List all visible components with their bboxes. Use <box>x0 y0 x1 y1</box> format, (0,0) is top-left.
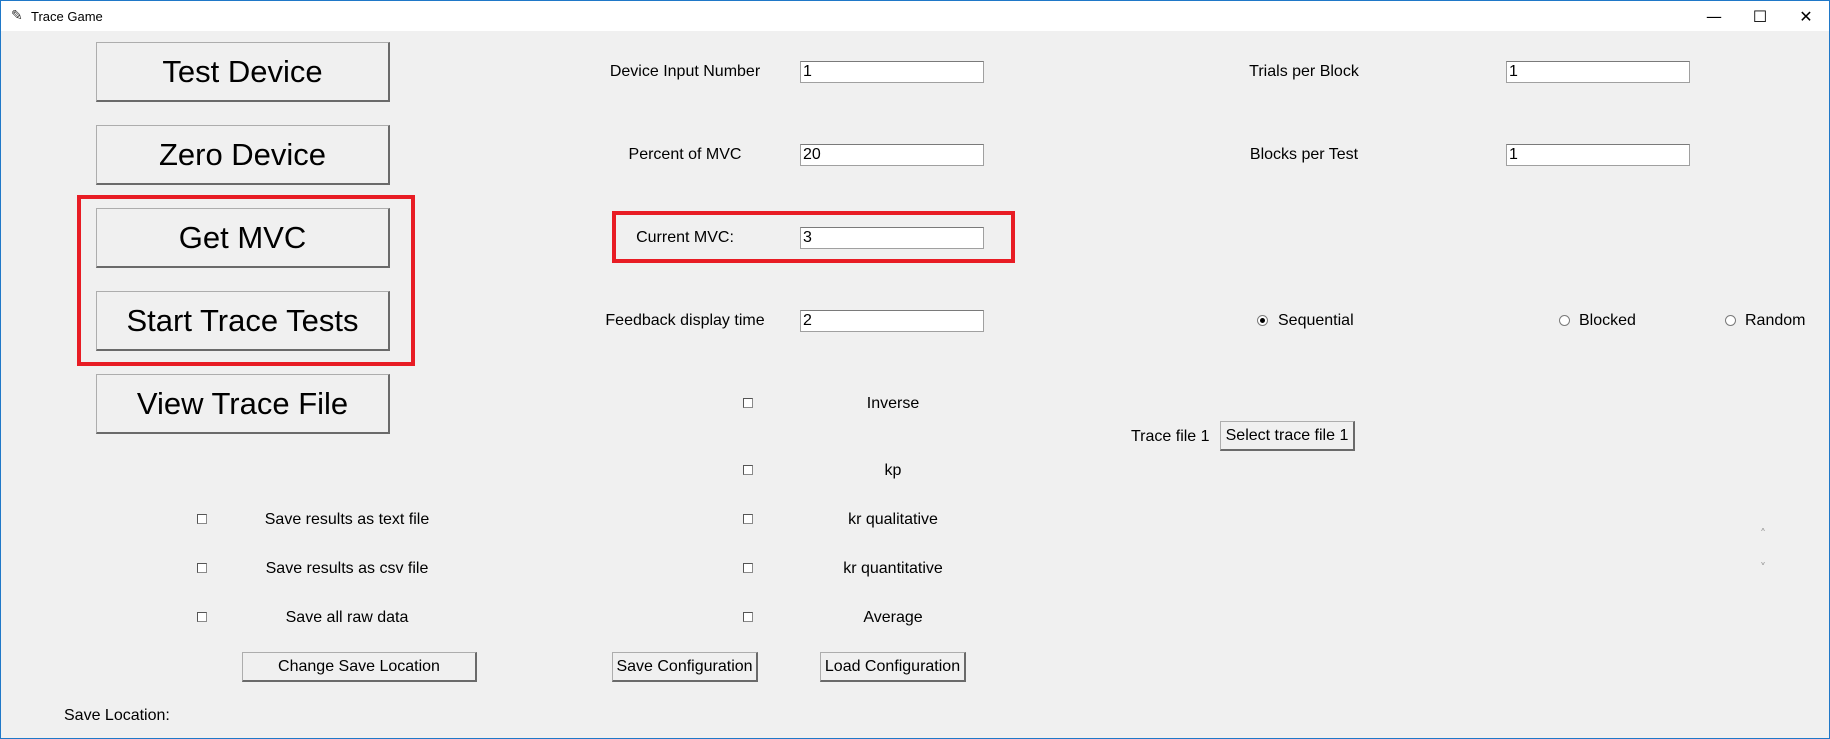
scroll-down-icon[interactable]: ˅ <box>1760 561 1766 575</box>
trials-per-block-field[interactable]: 1 <box>1506 61 1690 83</box>
minimize-button[interactable]: — <box>1691 1 1737 31</box>
kp-label: kp <box>884 462 902 479</box>
app-feather-icon: ✎ <box>11 8 23 24</box>
save-text-file-label: Save results as text file <box>264 511 430 528</box>
save-raw-data-checkbox[interactable] <box>197 612 207 622</box>
device-input-number-label: Device Input Number <box>609 63 761 80</box>
feedback-display-time-field[interactable]: 2 <box>800 310 984 332</box>
trace-file-label: Trace file 1 <box>1131 428 1210 445</box>
close-button[interactable]: ✕ <box>1783 1 1829 31</box>
change-save-location-button[interactable]: Change Save Location <box>242 652 477 682</box>
select-trace-file-button[interactable]: Select trace file 1 <box>1220 421 1355 451</box>
save-csv-file-label: Save results as csv file <box>265 560 429 577</box>
percent-of-mvc-label: Percent of MVC <box>628 146 742 163</box>
save-text-file-checkbox[interactable] <box>197 514 207 524</box>
sequential-radio[interactable] <box>1257 315 1268 326</box>
kp-checkbox[interactable] <box>743 465 753 475</box>
close-icon: ✕ <box>1799 6 1813 26</box>
zero-device-button[interactable]: Zero Device <box>96 125 390 185</box>
save-configuration-button[interactable]: Save Configuration <box>612 652 758 682</box>
inverse-label: Inverse <box>866 395 920 412</box>
scroll-up-icon[interactable]: ˄ <box>1760 527 1766 541</box>
highlight-box-current-mvc <box>612 211 1015 263</box>
view-trace-file-button[interactable]: View Trace File <box>96 374 390 434</box>
sequential-label: Sequential <box>1278 312 1354 329</box>
save-location-label: Save Location: <box>64 707 170 724</box>
inverse-checkbox[interactable] <box>743 398 753 408</box>
highlight-box-mvc-buttons <box>77 195 415 366</box>
blocked-radio[interactable] <box>1559 315 1570 326</box>
average-label: Average <box>863 609 923 626</box>
app-window: ✎ Trace Game — ☐ ✕ <box>0 0 1830 739</box>
window-title: Trace Game <box>31 9 103 24</box>
kr-qualitative-checkbox[interactable] <box>743 514 753 524</box>
trials-per-block-label: Trials per Block <box>1249 63 1359 80</box>
maximize-icon: ☐ <box>1752 6 1768 26</box>
kr-quantitative-label: kr quantitative <box>843 560 943 577</box>
save-raw-data-label: Save all raw data <box>285 609 409 626</box>
title-bar[interactable]: ✎ Trace Game — ☐ ✕ <box>1 1 1829 31</box>
feedback-display-time-label: Feedback display time <box>605 312 765 329</box>
random-radio[interactable] <box>1725 315 1736 326</box>
percent-of-mvc-field[interactable]: 20 <box>800 144 984 166</box>
kr-qualitative-label: kr qualitative <box>848 511 938 528</box>
blocks-per-test-field[interactable]: 1 <box>1506 144 1690 166</box>
kr-quantitative-checkbox[interactable] <box>743 563 753 573</box>
minimize-icon: — <box>1706 6 1722 26</box>
test-device-button[interactable]: Test Device <box>96 42 390 102</box>
average-checkbox[interactable] <box>743 612 753 622</box>
maximize-button[interactable]: ☐ <box>1737 1 1783 31</box>
save-csv-file-checkbox[interactable] <box>197 563 207 573</box>
blocks-per-test-label: Blocks per Test <box>1249 146 1359 163</box>
random-label: Random <box>1745 312 1806 329</box>
blocked-label: Blocked <box>1579 312 1636 329</box>
load-configuration-button[interactable]: Load Configuration <box>820 652 966 682</box>
device-input-number-field[interactable]: 1 <box>800 61 984 83</box>
